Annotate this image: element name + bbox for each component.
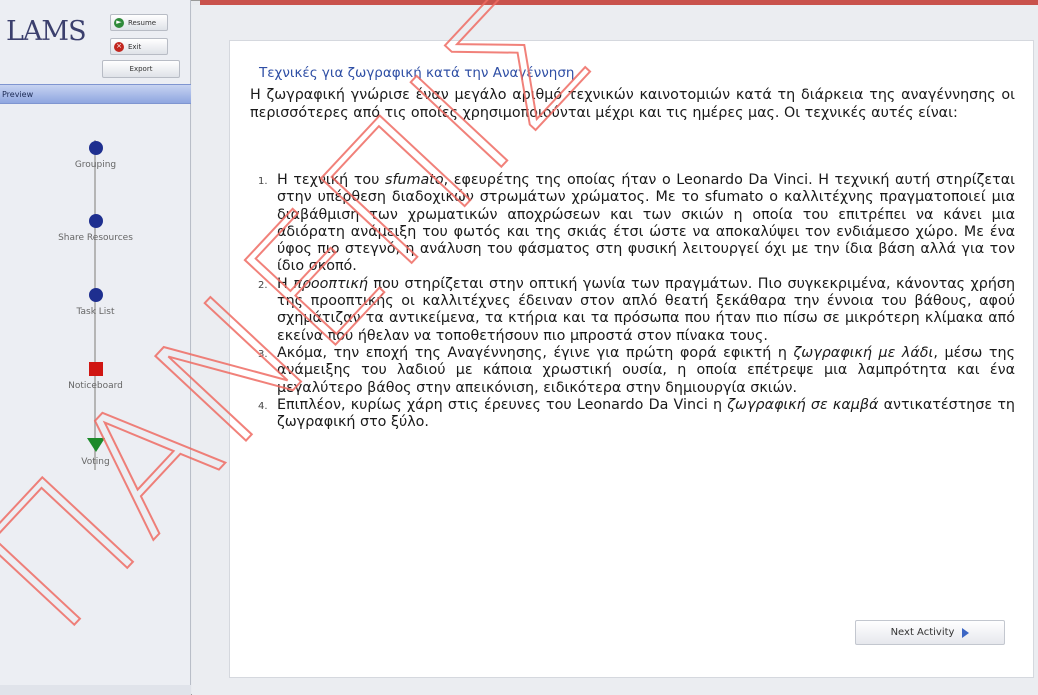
- activity-share-resources[interactable]: Share Resources: [0, 214, 191, 243]
- list-item: 1. Η τεχνική του sfumato, εφευρέτης της ο…: [258, 172, 1015, 276]
- item-emphasis: ζωγραφική σε καμβά: [727, 396, 879, 413]
- activity-voting[interactable]: Voting: [0, 438, 191, 467]
- next-activity-label: Next Activity: [890, 627, 955, 638]
- exit-button[interactable]: × Exit: [110, 38, 168, 55]
- list-number: 1.: [258, 176, 268, 187]
- list-item: 3. Ακόμα, την εποχή της Αναγέννησης, έγιν…: [258, 345, 1015, 397]
- item-emphasis: προοπτική: [293, 275, 368, 292]
- list-number: 3.: [258, 348, 268, 360]
- item-text: που στηρίζεται στην οπτική γωνία των πρα…: [277, 275, 1015, 344]
- activity-label: Grouping: [74, 160, 117, 170]
- sidebar: LAMS ► Resume × Exit Export Preview Grou…: [0, 0, 191, 695]
- activity-label: Noticeboard: [68, 381, 123, 391]
- item-text: Επιπλέον, κυρίως χάρη στις έρευνες του L…: [277, 396, 728, 413]
- completed-activity-icon: [88, 141, 103, 155]
- list-number: 2.: [258, 279, 268, 291]
- activity-label: Voting: [81, 457, 110, 467]
- item-emphasis: ζωγραφική με λάδι: [793, 344, 934, 361]
- close-icon: ×: [114, 41, 124, 52]
- next-activity-button[interactable]: Next Activity: [855, 620, 1005, 645]
- activity-task-list[interactable]: Task List: [0, 288, 191, 317]
- arrow-right-icon: [962, 627, 970, 638]
- techniques-list: 1. Η τεχνική του sfumato, εφευρέτης της ο…: [258, 172, 1015, 431]
- page-title: Τεχνικές για ζωγραφική κατά την Αναγέννη…: [259, 65, 575, 81]
- intro-paragraph: Η ζωγραφική γνώρισε έναν μεγάλο αριθμό τ…: [250, 87, 1015, 121]
- list-item: 2. Η προοπτική που στηρίζεται στην οπτική…: [258, 276, 1015, 345]
- activity-label: Task List: [76, 307, 115, 317]
- lams-logo: LAMS: [6, 16, 87, 47]
- play-icon: ►: [114, 17, 124, 28]
- list-number: 4.: [258, 400, 268, 412]
- exit-label: Exit: [128, 42, 142, 51]
- completed-activity-icon: [88, 214, 103, 228]
- resume-label: Resume: [128, 18, 157, 27]
- export-button[interactable]: Export: [102, 60, 180, 78]
- item-text: Ακόμα, την εποχή της Αναγέννησης, έγινε …: [277, 344, 794, 361]
- activity-grouping[interactable]: Grouping: [0, 141, 191, 170]
- activity-noticeboard[interactable]: Noticeboard: [0, 362, 191, 391]
- item-text: Η: [277, 275, 294, 292]
- current-activity-icon: [88, 362, 103, 376]
- preview-header: Preview: [0, 84, 191, 104]
- completed-activity-icon: [88, 288, 103, 302]
- item-text: Η τεχνική του: [277, 172, 386, 188]
- list-item: 4. Επιπλέον, κυρίως χάρη στις έρευνες του…: [258, 397, 1015, 432]
- sidebar-footer: [0, 685, 191, 695]
- activity-label: Share Resources: [58, 233, 133, 243]
- upcoming-activity-icon: [86, 438, 105, 452]
- item-emphasis: sfumato: [385, 172, 444, 188]
- resume-button[interactable]: ► Resume: [110, 14, 168, 31]
